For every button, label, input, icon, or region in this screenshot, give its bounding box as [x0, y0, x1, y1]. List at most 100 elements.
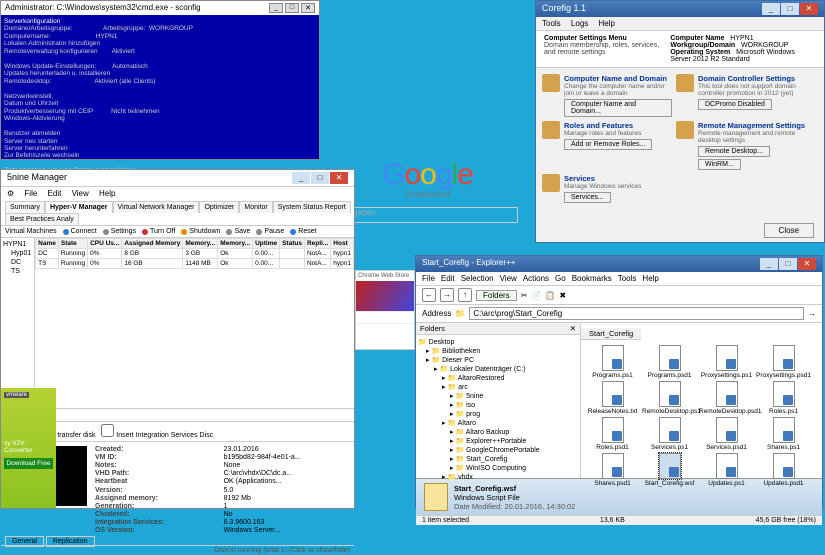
file-item[interactable]: Programs.psd1 [642, 345, 697, 379]
snine-titlebar[interactable]: 5nine Manager _ □ ✕ [1, 170, 354, 187]
tree-node[interactable]: ▸ 📁 WinISO Computing [418, 463, 578, 472]
file-item[interactable]: RemoteDesktop.ps1 [642, 381, 697, 415]
connect-button[interactable]: Connect [63, 228, 97, 235]
address-input[interactable] [469, 307, 804, 320]
menu-go[interactable]: Go [555, 274, 566, 283]
file-item[interactable]: Shares.ps1 [756, 417, 811, 451]
menu-tools[interactable]: Tools [542, 19, 561, 28]
back-button[interactable]: ← [422, 288, 436, 302]
tree-node[interactable]: ▸ 📁 GoogleChromePortable [418, 445, 578, 454]
column-header[interactable]: Host [331, 239, 354, 249]
file-item[interactable]: Shares.psd1 [585, 453, 640, 487]
tree-node[interactable]: ▸ 📁 Lokaler Datenträger (C:) [418, 364, 578, 373]
paste-icon[interactable]: 📋 [545, 291, 555, 300]
save-button[interactable]: Save [226, 228, 250, 235]
google-search-input[interactable]: eingeben [338, 207, 518, 223]
tree-node[interactable]: ▸ 📁 Altaro Backup [418, 427, 578, 436]
tree-node[interactable]: ▸ 📁 Explorer++Portable [418, 436, 578, 445]
vm-row[interactable]: TSRunning0%16 GB1148 MBOk0.00...NotA...h… [36, 259, 354, 269]
setting-button[interactable]: Remote Desktop... [698, 146, 770, 157]
turnoff-button[interactable]: Turn Off [142, 228, 175, 235]
minimize-button[interactable]: _ [762, 3, 780, 15]
menu-edit[interactable]: Edit [441, 274, 455, 283]
column-header[interactable]: Status [280, 239, 305, 249]
file-item[interactable]: Proxysettings.psd1 [756, 345, 811, 379]
maximize-button[interactable]: □ [311, 172, 329, 184]
console-titlebar[interactable]: Administrator: C:\Windows\system32\cmd.e… [1, 1, 319, 15]
menu-logs[interactable]: Logs [571, 19, 588, 28]
tree-node[interactable]: ▸ 📁 iso [418, 400, 578, 409]
tab-virtual-network-manager[interactable]: Virtual Network Manager [113, 201, 200, 213]
menu-help[interactable]: Help [599, 19, 615, 28]
tab-hyper-v-manager[interactable]: Hyper-V Manager [45, 201, 113, 213]
menu-bookmarks[interactable]: Bookmarks [572, 274, 612, 283]
menu-file[interactable]: File [24, 189, 37, 198]
tab-general[interactable]: General [5, 536, 44, 547]
gear-icon[interactable]: ⚙ [7, 189, 14, 198]
maximize-button[interactable]: □ [781, 3, 799, 15]
setting-button[interactable]: Computer Name and Domain... [564, 99, 672, 117]
up-button[interactable]: ↑ [458, 288, 472, 302]
file-item[interactable]: Services.psd1 [699, 417, 754, 451]
tree-node[interactable]: ▸ 📁 arc [418, 382, 578, 391]
explorer-titlebar[interactable]: Start_Corefig - Explorer++ _ □ ✕ [416, 256, 822, 272]
minimize-button[interactable]: _ [292, 172, 310, 184]
tree-node[interactable]: ▸ 📁 Start_Corefig [418, 454, 578, 463]
settings-button[interactable]: Settings [103, 228, 136, 235]
file-item[interactable]: RemoteDesktop.psd1 [699, 381, 754, 415]
close-button[interactable]: ✕ [798, 258, 816, 270]
maximize-button[interactable]: □ [285, 3, 299, 13]
file-item[interactable]: Roles.psd1 [585, 417, 640, 451]
file-item[interactable]: Programs.ps1 [585, 345, 640, 379]
column-header[interactable]: Name [36, 239, 59, 249]
file-item[interactable]: Start_Corefig.wsf [642, 453, 697, 487]
go-button[interactable]: → [808, 309, 816, 318]
tab-system-status-report[interactable]: System Status Report [273, 201, 351, 213]
delete-icon[interactable]: ✖ [559, 291, 566, 300]
maximize-button[interactable]: □ [779, 258, 797, 270]
close-button[interactable]: ✕ [330, 172, 348, 184]
menu-tools[interactable]: Tools [618, 274, 637, 283]
folder-tab[interactable]: Start_Corefig [581, 328, 641, 340]
file-item[interactable]: Proxysettings.ps1 [699, 345, 754, 379]
tree-node[interactable]: 📁 Desktop [418, 337, 578, 346]
tree-node[interactable]: ▸ 📁 prog [418, 409, 578, 418]
minimize-button[interactable]: _ [760, 258, 778, 270]
tab-replication[interactable]: Replication [46, 536, 95, 547]
file-item[interactable]: Roles.ps1 [756, 381, 811, 415]
column-header[interactable]: State [58, 239, 87, 249]
menu-view[interactable]: View [72, 189, 89, 198]
pause-button[interactable]: Pause [256, 228, 284, 235]
menu-edit[interactable]: Edit [48, 189, 62, 198]
tree-node[interactable]: ▸ 📁 AltaroRestored [418, 373, 578, 382]
column-header[interactable]: Memory... [183, 239, 218, 249]
webstore-thumbnail[interactable] [356, 281, 414, 311]
integration-disc-checkbox[interactable] [101, 424, 114, 437]
menu-help[interactable]: Help [99, 189, 115, 198]
close-icon[interactable]: ✕ [570, 324, 576, 333]
file-item[interactable]: Services.ps1 [642, 417, 697, 451]
close-button[interactable]: ✕ [800, 3, 818, 15]
file-item[interactable]: Updates.psd1 [756, 453, 811, 487]
setting-button[interactable]: Add or Remove Roles... [564, 139, 652, 150]
menu-view[interactable]: View [500, 274, 517, 283]
tree-node[interactable]: DC [3, 258, 32, 267]
setting-button[interactable]: Services... [564, 192, 611, 203]
folders-toggle[interactable]: Folders [476, 290, 517, 301]
corefig-titlebar[interactable]: Corefig 1.1 _ □ ✕ [536, 1, 824, 17]
tree-node[interactable]: ▸ 📁 vhdx [418, 472, 578, 481]
copy-icon[interactable]: 📄 [531, 291, 541, 300]
webstore-row[interactable] [356, 311, 414, 323]
column-header[interactable]: Repli... [304, 239, 330, 249]
tab-best-practices-analy[interactable]: Best Practices Analy [5, 213, 79, 225]
column-header[interactable]: CPU Us... [88, 239, 122, 249]
column-header[interactable]: Uptime [253, 239, 280, 249]
corefig-close-button[interactable]: Close [764, 223, 814, 238]
menu-actions[interactable]: Actions [523, 274, 549, 283]
tree-node[interactable]: Hyp01 [3, 249, 32, 258]
menu-help[interactable]: Help [642, 274, 658, 283]
shutdown-button[interactable]: Shutdown [181, 228, 220, 235]
menu-selection[interactable]: Selection [461, 274, 494, 283]
setting-button[interactable]: DCPromo Disabled [698, 99, 772, 110]
tree-node[interactable]: TS [3, 267, 32, 276]
